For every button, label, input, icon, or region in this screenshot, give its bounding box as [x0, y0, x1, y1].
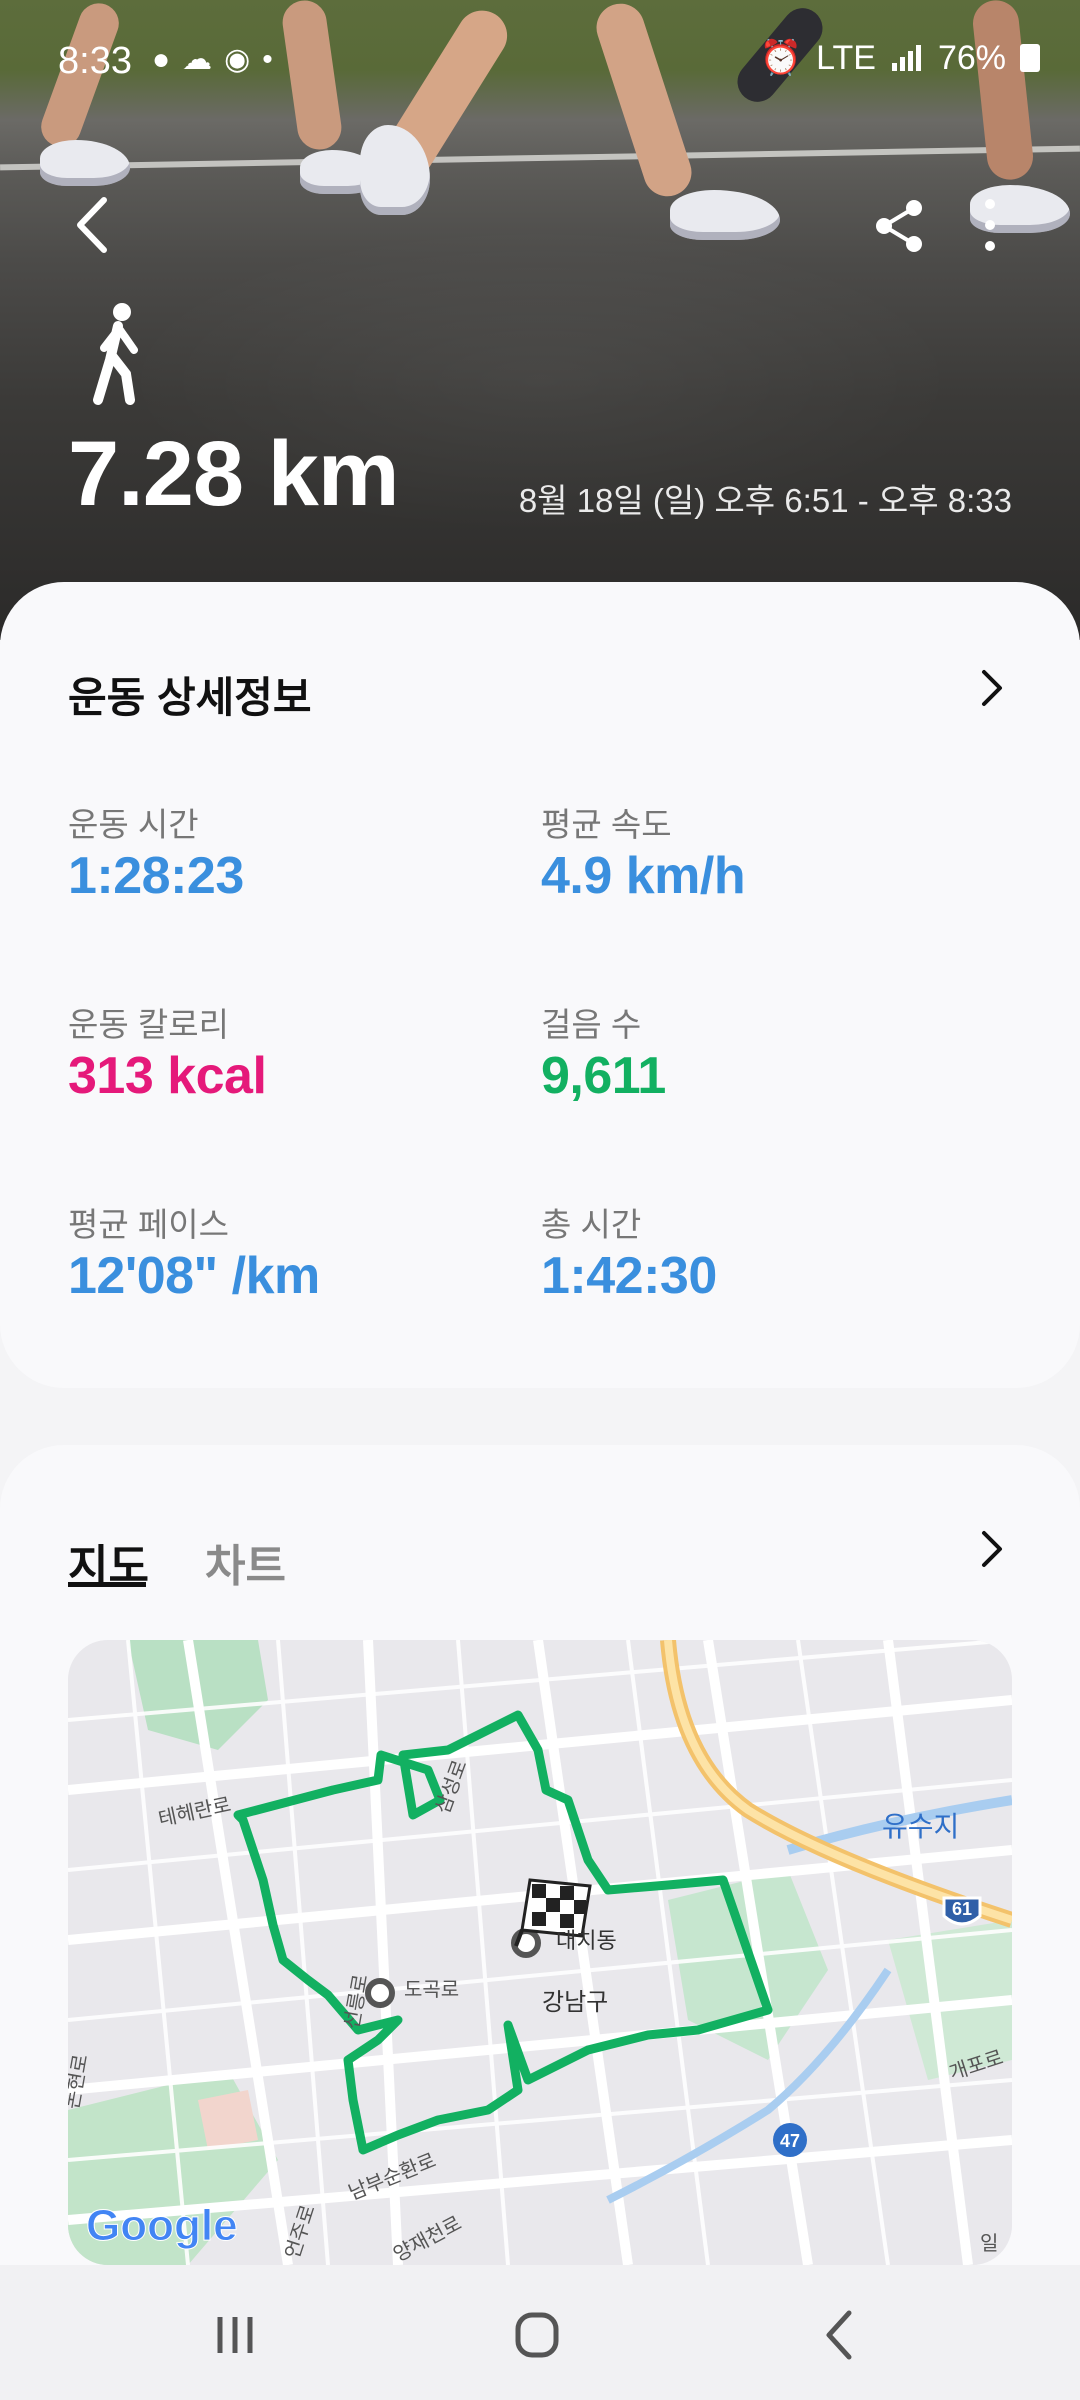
status-time: 8:33 — [58, 40, 132, 82]
stat-label-avg-pace: 평균 페이스 — [68, 1206, 229, 1243]
stat-label-calories: 운동 칼로리 — [68, 1006, 229, 1043]
stat-value-exercise-time: 1:28:23 — [68, 847, 244, 905]
stat-value-avg-speed: 4.9 km/h — [541, 847, 746, 905]
network-label: LTE — [816, 38, 876, 77]
route-map[interactable]: 61 47 테헤란로 삼성로 도곡로 선릉로 대치동 강남구 남부순환로 양재천… — [68, 1640, 1012, 2265]
route-47-shield: 47 — [773, 2123, 807, 2157]
map-chevron-right-icon[interactable] — [978, 1527, 1006, 1571]
details-title[interactable]: 운동 상세정보 — [68, 664, 312, 725]
nav-back-icon[interactable] — [795, 2295, 885, 2375]
map-label-dogok: 도곡로 — [404, 1979, 459, 2001]
recent-apps-icon[interactable] — [190, 2295, 280, 2375]
stat-value-steps: 9,611 — [541, 1047, 666, 1105]
stat-label-steps: 걸음 수 — [541, 1006, 642, 1043]
battery-icon — [1020, 44, 1040, 72]
stat-value-calories: 313 kcal — [68, 1047, 267, 1105]
google-logo: Google — [86, 2201, 238, 2250]
building-area — [198, 2090, 258, 2150]
battery-percent: 76% — [937, 38, 1006, 77]
stat-label-avg-speed: 평균 속도 — [541, 806, 672, 843]
map-label-daechi: 대치동 — [556, 1928, 617, 1953]
signal-icon — [891, 45, 921, 71]
map-svg: 61 47 테헤란로 삼성로 도곡로 선릉로 대치동 강남구 남부순환로 양재천… — [68, 1640, 1012, 2265]
workout-distance: 7.28 km — [68, 423, 400, 525]
active-tab-underline — [68, 1582, 146, 1587]
runner-shoe — [670, 190, 780, 240]
road-lane-line — [0, 145, 1080, 171]
tab-chart[interactable]: 차트 — [205, 1530, 286, 1594]
svg-text:47: 47 — [780, 2131, 800, 2151]
more-options-icon[interactable] — [960, 190, 1020, 260]
route-start-marker — [365, 1978, 395, 2008]
share-icon[interactable] — [870, 190, 930, 260]
status-bar: 8:33 ●☁◉• ⏰ LTE 76% — [0, 0, 1080, 120]
route-61-shield: 61 — [942, 1896, 982, 1926]
alarm-icon: ⏰ — [759, 39, 803, 77]
walking-person-icon — [93, 303, 138, 405]
system-navigation-bar — [0, 2265, 1080, 2400]
stat-label-exercise-time: 운동 시간 — [68, 806, 199, 843]
map-label-il: 일 — [980, 2232, 998, 2255]
status-right: ⏰ LTE 76% — [760, 38, 1040, 78]
workout-date-range: 8월 18일 (일) 오후 6:51 - 오후 8:33 — [518, 482, 1012, 519]
svg-text:61: 61 — [952, 1899, 972, 1919]
home-icon[interactable] — [492, 2295, 582, 2375]
runner-shoe — [40, 140, 130, 186]
stat-value-avg-pace: 12'08" /km — [68, 1247, 320, 1305]
map-label-gangnam: 강남구 — [542, 1989, 608, 2016]
notification-icons: ●☁◉• — [152, 43, 285, 76]
details-chevron-right-icon[interactable] — [978, 666, 1006, 710]
stat-value-total-time: 1:42:30 — [541, 1247, 717, 1305]
stat-label-total-time: 총 시간 — [541, 1206, 642, 1243]
back-arrow-icon[interactable] — [64, 190, 124, 260]
map-label-yusuji: 유수지 — [882, 1811, 959, 1842]
